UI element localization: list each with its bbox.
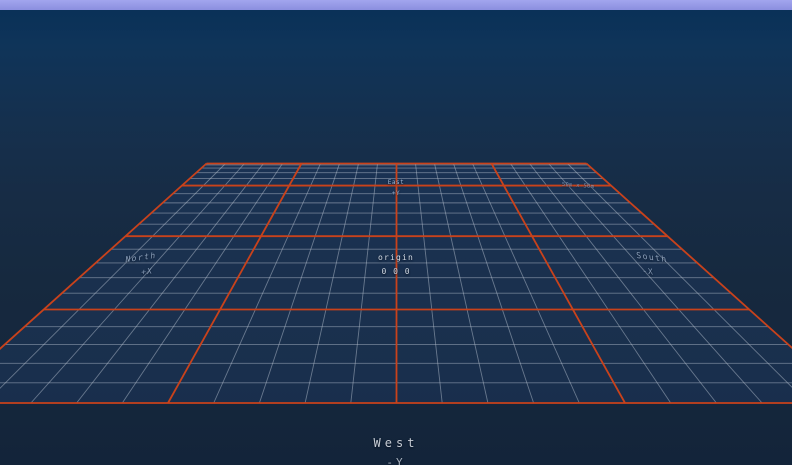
compass-label-east: East: [388, 179, 404, 186]
3d-viewport[interactable]: East +Y 50m x 50m origin 0 0 0 North +X …: [0, 0, 792, 465]
app-root: East +Y 50m x 50m origin 0 0 0 North +X …: [0, 0, 792, 465]
top-bar: [0, 0, 792, 10]
ground-grid: [0, 0, 792, 465]
origin-label: origin: [378, 253, 414, 262]
axis-label-minus-x: -X: [642, 266, 654, 277]
axis-label-plus-x: +X: [141, 266, 153, 277]
origin-coordinates: 0 0 0: [381, 267, 410, 276]
compass-label-west: West: [374, 436, 419, 450]
axis-label-plus-y: +Y: [392, 190, 400, 197]
axis-label-minus-y: -Y: [386, 456, 405, 465]
